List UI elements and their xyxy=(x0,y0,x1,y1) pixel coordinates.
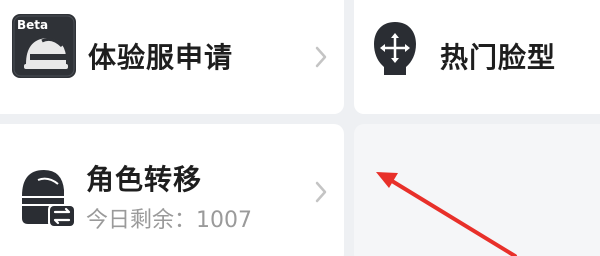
beta-helmet-icon: Beta xyxy=(12,14,76,78)
beta-badge-text: Beta xyxy=(17,18,48,32)
face-move-icon xyxy=(370,20,420,76)
empty-grid-slot xyxy=(354,124,600,256)
remaining-count-text: 今日剩余：1007 xyxy=(86,208,252,233)
chevron-right-icon[interactable] xyxy=(314,180,328,204)
chevron-right-icon[interactable] xyxy=(314,45,328,69)
role-transfer-title: 角色转移 xyxy=(86,163,203,196)
beta-apply-title: 体验服申请 xyxy=(88,41,234,74)
helmet-transfer-icon xyxy=(18,166,78,228)
role-transfer-card[interactable]: 角色转移 今日剩余：1007 xyxy=(0,124,344,256)
beta-apply-card[interactable]: Beta 体验服申请 xyxy=(0,0,344,114)
popular-face-title: 热门脸型 xyxy=(440,41,557,74)
popular-face-card[interactable]: 热门脸型 xyxy=(354,0,600,114)
